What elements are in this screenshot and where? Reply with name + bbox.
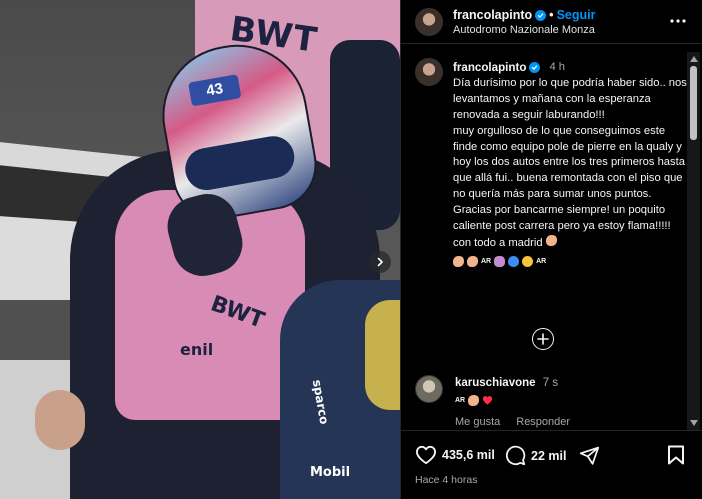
comment-bubble-icon xyxy=(506,445,526,466)
comment-header: karuschiavone 7 s xyxy=(455,377,558,389)
commenter-avatar[interactable] xyxy=(415,375,443,403)
caption-time[interactable]: 4 h xyxy=(549,60,565,76)
verified-badge-icon xyxy=(535,9,547,21)
author-line: francolapinto • Seguir xyxy=(453,8,595,22)
like-action[interactable]: 435,6 mil xyxy=(415,445,495,465)
commenter-username[interactable]: karuschiavone xyxy=(455,377,536,389)
send-paper-plane-icon xyxy=(579,446,600,465)
heart-outline-icon xyxy=(415,445,436,465)
carousel-next-button[interactable] xyxy=(369,251,391,273)
comment-action[interactable]: 22 mil xyxy=(505,445,566,466)
load-more-comments-button[interactable] xyxy=(532,328,554,350)
comment-time: 7 s xyxy=(542,377,559,389)
red-heart-emoji-icon xyxy=(483,396,493,405)
post-location[interactable]: Autodromo Nazionale Monza xyxy=(453,24,595,36)
flexed-arm-emoji-icon xyxy=(467,256,478,268)
plus-icon xyxy=(537,333,549,345)
share-button[interactable] xyxy=(579,445,600,466)
suit-sponsor-bwt: BWT xyxy=(207,291,268,334)
more-horizontal-icon xyxy=(670,19,686,23)
comment-like-button[interactable]: Me gusta xyxy=(455,416,500,428)
save-button[interactable] xyxy=(667,445,685,465)
caption-text: Día durísimo por lo que podría haber sid… xyxy=(453,76,687,252)
caption-avatar[interactable] xyxy=(415,58,443,86)
comment-reply-button[interactable]: Responder xyxy=(516,416,570,428)
scrollbar-thumb[interactable] xyxy=(690,66,697,140)
suit-sponsor-sparco: sparco xyxy=(309,378,332,426)
like-count: 435,6 mil xyxy=(442,448,495,462)
hand xyxy=(35,390,85,450)
scroll-down-arrow-icon[interactable] xyxy=(689,419,698,427)
chevron-right-icon xyxy=(377,257,383,267)
caption-emoji-line: AR AR xyxy=(453,254,687,270)
post-photo: BWT BWT enil sparco Mobil 43 xyxy=(0,0,400,499)
suit-sponsor-mobil: Mobil xyxy=(310,465,351,480)
flexed-arm-emoji-icon xyxy=(468,395,480,406)
caption-text-content: Día durísimo por lo que podría haber sid… xyxy=(453,76,687,249)
post-side-panel: francolapinto • Seguir Autodromo Naziona… xyxy=(400,0,702,499)
second-helmet xyxy=(365,300,400,410)
caption-body: francolapinto 4 h Día durísimo por lo qu… xyxy=(453,60,687,270)
blue-heart-emoji-icon xyxy=(508,256,520,268)
flexed-arm-emoji-icon xyxy=(453,256,464,268)
separator-dot: • xyxy=(549,8,554,22)
helmet-number: 43 xyxy=(188,74,242,107)
author-username[interactable]: francolapinto xyxy=(453,8,532,22)
author-avatar[interactable] xyxy=(415,8,443,36)
helmet-visor xyxy=(181,132,298,194)
comments-area[interactable]: francolapinto 4 h Día durísimo por lo qu… xyxy=(401,44,687,430)
follow-button[interactable]: Seguir xyxy=(557,8,596,22)
flexed-arm-emoji-icon xyxy=(545,234,557,246)
argentina-flag-emoji-icon: AR xyxy=(536,257,547,265)
comments-scrollbar[interactable] xyxy=(687,52,700,430)
more-options-button[interactable] xyxy=(669,12,687,35)
comment-text: AR xyxy=(455,395,493,406)
scroll-up-arrow-icon[interactable] xyxy=(689,55,698,63)
bookmark-icon xyxy=(668,445,684,465)
comment-count: 22 mil xyxy=(531,448,567,463)
caption-header: francolapinto 4 h xyxy=(453,60,687,76)
argentina-flag-emoji-icon: AR xyxy=(455,397,466,404)
post-header: francolapinto • Seguir Autodromo Naziona… xyxy=(401,0,702,44)
argentina-flag-emoji-icon: AR xyxy=(481,257,492,265)
caption-username[interactable]: francolapinto xyxy=(453,60,526,76)
post-actions-bar: 435,6 mil 22 mil Hace 4 horas xyxy=(401,430,702,499)
praying-hands-emoji-icon xyxy=(494,256,506,268)
smiling-face-emoji-icon xyxy=(522,256,534,268)
post-time-ago[interactable]: Hace 4 horas xyxy=(415,474,477,486)
verified-badge-icon xyxy=(529,62,541,74)
suit-sponsor-enil: enil xyxy=(180,340,214,359)
comment-actions: Me gusta Responder xyxy=(455,416,570,428)
